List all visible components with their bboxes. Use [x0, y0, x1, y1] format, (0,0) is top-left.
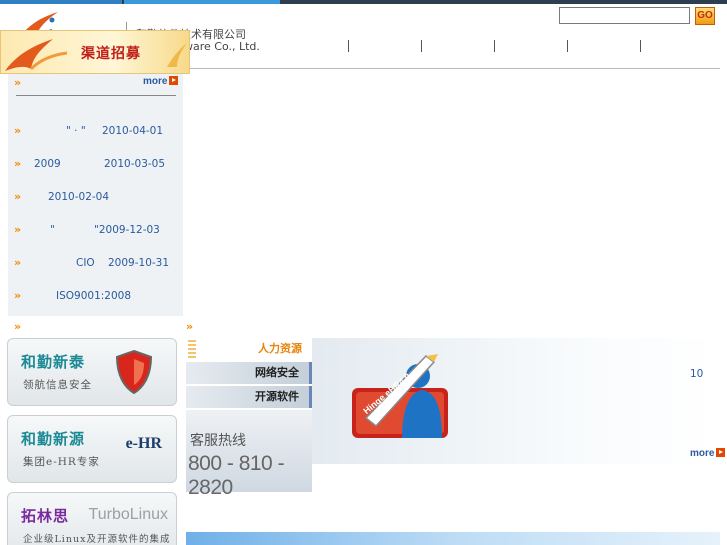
- news-item[interactable]: » 2010-02-04: [14, 190, 182, 204]
- hotline-number: 800 - 810 - 2820: [188, 452, 285, 499]
- nav-separator: [567, 40, 568, 52]
- product-name: 和勤新泰: [21, 353, 86, 371]
- top-bar-segment: [124, 0, 280, 4]
- product-card-xinyuan[interactable]: 和勤新源 集团e-HR专家 e-HR: [7, 415, 177, 483]
- news-divider: [16, 95, 176, 96]
- product-slogan: 企业级Linux及开源软件的集成商: [23, 534, 171, 545]
- bird-icon: [167, 43, 187, 67]
- tab-label: 开源软件: [255, 390, 299, 403]
- tab-stripe: [188, 340, 196, 358]
- product-name: 和勤新源: [21, 430, 86, 448]
- content-more-link[interactable]: more: [690, 448, 726, 459]
- news-date: 2010-03-05: [104, 158, 166, 170]
- news-item[interactable]: » ISO9001:2008: [14, 289, 182, 303]
- company-name-en: ware Co., Ltd.: [184, 40, 260, 53]
- more-label: more: [690, 448, 715, 459]
- hotline-label: 客服热线: [190, 433, 246, 449]
- news-title: ISO9001:2008: [56, 290, 132, 302]
- news-title: " · ": [66, 125, 86, 137]
- tab-label: 网络安全: [255, 366, 299, 379]
- nav-separator: [348, 40, 349, 52]
- double-arrow-icon: »: [14, 256, 22, 269]
- header-underline: [186, 68, 720, 69]
- news-title: 2009: [34, 158, 61, 170]
- double-arrow-icon: »: [14, 76, 22, 89]
- nav-separator: [640, 40, 641, 52]
- bottom-banner[interactable]: [186, 532, 720, 545]
- product-mark: e-HR: [125, 435, 162, 452]
- news-title: ": [50, 224, 55, 236]
- product-mark: TurboLinux: [88, 506, 168, 523]
- double-arrow-icon: »: [14, 124, 22, 137]
- tab-open-source[interactable]: 开源软件: [186, 386, 312, 408]
- search-input[interactable]: [559, 7, 690, 24]
- channel-banner-title: 渠道招募: [81, 46, 141, 62]
- search-go-button[interactable]: GO: [695, 7, 715, 25]
- news-title: CIO: [76, 257, 95, 269]
- tab-label: 人力资源: [258, 342, 302, 355]
- news-date: "2009-12-03: [94, 224, 160, 236]
- news-item[interactable]: » " · " 2010-04-01: [14, 124, 182, 138]
- top-bar-segment: [0, 0, 122, 4]
- product-name: 拓林思: [21, 507, 70, 525]
- channel-recruit-banner[interactable]: 渠道招募: [0, 30, 190, 74]
- top-color-bar: [0, 0, 727, 4]
- more-label: more: [143, 76, 168, 87]
- news-item[interactable]: » CIO 2009-10-31: [14, 256, 182, 270]
- news-date: 2009-10-31: [108, 257, 170, 269]
- news-panel: » more » " · " 2010-04-01 » 2009 2010-03…: [8, 74, 183, 316]
- product-slogan: 领航信息安全: [23, 379, 92, 391]
- product-card-xintai[interactable]: 和勤新泰 领航信息安全: [7, 338, 177, 406]
- news-more-link[interactable]: more: [143, 76, 179, 87]
- arrow-right-icon: [169, 76, 179, 85]
- double-arrow-icon: »: [14, 190, 22, 203]
- arrow-right-icon: [716, 448, 726, 457]
- double-arrow-icon: »: [14, 157, 22, 170]
- tab-network-security[interactable]: 网络安全: [186, 362, 312, 384]
- shield-icon: [115, 349, 153, 395]
- news-date: 2010-04-01: [102, 125, 164, 137]
- tab-content-panel: Hinge eHR4.0 10: [312, 338, 720, 464]
- service-hotline: 客服热线 800 - 810 - 2820: [186, 410, 312, 499]
- double-arrow-icon: »: [14, 223, 22, 236]
- product-card-turbolinux[interactable]: 拓林思 企业级Linux及开源软件的集成商 TurboLinux: [7, 492, 177, 545]
- nav-separator: [494, 40, 495, 52]
- product-slogan: 集团e-HR专家: [23, 456, 100, 468]
- double-arrow-icon: »: [186, 320, 194, 333]
- content-text: 10: [690, 368, 704, 380]
- nav-separator: [421, 40, 422, 52]
- tab-hr[interactable]: 人力资源: [186, 338, 312, 360]
- ehr-product-icon[interactable]: Hinge eHR4.0: [346, 348, 458, 440]
- news-date: 2010-02-04: [48, 191, 110, 203]
- news-item[interactable]: » " "2009-12-03: [14, 223, 182, 237]
- double-arrow-icon: »: [14, 289, 22, 302]
- double-arrow-icon: »: [14, 320, 22, 333]
- bird-icon: [5, 39, 68, 71]
- news-item[interactable]: » 2009 2010-03-05: [14, 157, 182, 171]
